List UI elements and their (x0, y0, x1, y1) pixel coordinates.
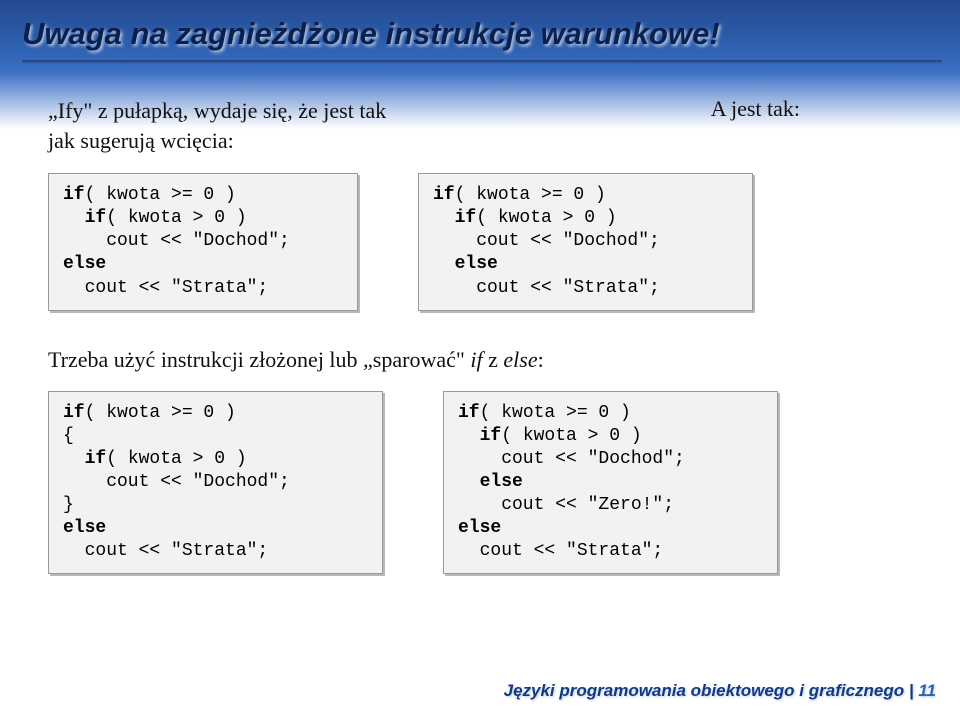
mid-t1: Trzeba użyć instrukcji złożonej lub „spa… (48, 347, 470, 372)
code-text: cout << "Dochod"; (433, 231, 660, 251)
code-text: ( kwota > 0 ) (106, 449, 246, 469)
code-text: cout << "Zero!"; (458, 495, 674, 515)
mid-text: Trzeba użyć instrukcji złożonej lub „spa… (48, 347, 920, 373)
page-number: 11 (918, 681, 936, 700)
code-text: cout << "Strata"; (63, 541, 268, 561)
code-text: ( kwota > 0 ) (476, 208, 616, 228)
kw-else: else (458, 472, 523, 492)
mid-if: if (470, 347, 482, 372)
slide-footer: Języki programowania obiektowego i grafi… (504, 681, 936, 701)
footer-sep: | (904, 681, 918, 700)
code-text: cout << "Dochod"; (458, 449, 685, 469)
slide-content: „Ify" z pułapką, wydaje się, że jest tak… (0, 64, 960, 574)
intro-left: „Ify" z pułapką, wydaje się, że jest tak… (48, 96, 386, 155)
intro-row: „Ify" z pułapką, wydaje się, że jest tak… (48, 96, 920, 155)
code-text: ( kwota >= 0 ) (85, 185, 236, 205)
mid-t3: z (483, 347, 504, 372)
slide-title: Uwaga na zagnieżdżone instrukcje warunko… (0, 0, 960, 60)
kw-if: if (433, 185, 455, 205)
code-text: { (63, 426, 74, 446)
code-text: cout << "Dochod"; (63, 231, 290, 251)
kw-else: else (63, 254, 106, 274)
footer-text: Języki programowania obiektowego i grafi… (504, 681, 905, 700)
code-row-2: if( kwota >= 0 ) { if( kwota > 0 ) cout … (48, 391, 920, 574)
kw-else: else (458, 518, 501, 538)
intro-left-line1: „Ify" z pułapką, wydaje się, że jest tak (48, 98, 386, 123)
code-text: ( kwota > 0 ) (106, 208, 246, 228)
kw-if: if (458, 403, 480, 423)
code-text: } (63, 495, 74, 515)
kw-if: if (63, 449, 106, 469)
kw-if: if (63, 185, 85, 205)
code-row-1: if( kwota >= 0 ) if( kwota > 0 ) cout <<… (48, 173, 920, 310)
mid-else: else (503, 347, 537, 372)
mid-t5: : (538, 347, 544, 372)
kw-if: if (433, 208, 476, 228)
code-text: cout << "Strata"; (63, 278, 268, 298)
code-text: cout << "Dochod"; (63, 472, 290, 492)
code-box-trap: if( kwota >= 0 ) if( kwota > 0 ) cout <<… (48, 173, 358, 310)
kw-else: else (63, 518, 106, 538)
code-text: ( kwota >= 0 ) (480, 403, 631, 423)
kw-else: else (433, 254, 498, 274)
code-text: ( kwota >= 0 ) (85, 403, 236, 423)
code-box-actual: if( kwota >= 0 ) if( kwota > 0 ) cout <<… (418, 173, 753, 310)
code-text: cout << "Strata"; (433, 278, 660, 298)
intro-left-line2: jak sugerują wcięcia: (48, 128, 234, 153)
kw-if: if (63, 403, 85, 423)
kw-if: if (63, 208, 106, 228)
code-text: ( kwota >= 0 ) (455, 185, 606, 205)
code-box-paired: if( kwota >= 0 ) if( kwota > 0 ) cout <<… (443, 391, 778, 574)
intro-right: A jest tak: (711, 96, 920, 155)
code-box-braces: if( kwota >= 0 ) { if( kwota > 0 ) cout … (48, 391, 383, 574)
kw-if: if (458, 426, 501, 446)
code-text: ( kwota > 0 ) (501, 426, 641, 446)
code-text: cout << "Strata"; (458, 541, 663, 561)
